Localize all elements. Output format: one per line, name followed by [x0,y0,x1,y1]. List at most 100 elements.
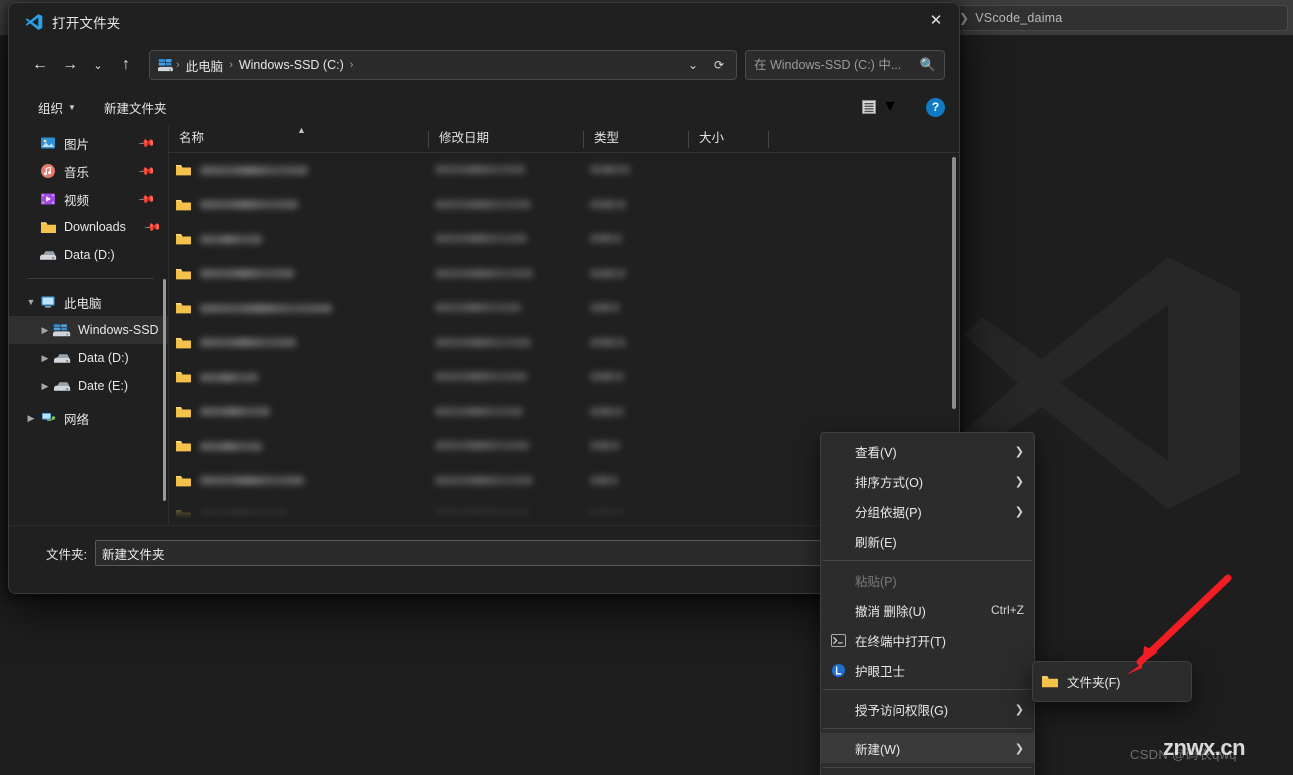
cell-name [175,198,435,212]
menu-item-6[interactable]: 在终端中打开(T) [821,625,1034,655]
column-header-size[interactable]: 大小 [689,127,769,152]
organize-button[interactable]: 组织 ▼ [29,93,85,122]
chevron-right-icon[interactable]: ▶ [23,413,39,424]
address-dropdown-icon[interactable]: ⌄ [680,52,706,78]
context-menu: 查看(V) ❯ 排序方式(O) ❯ 分组依据(P) ❯ 刷新(E) 粘贴(P) 撤消 删除(U)… [820,432,1035,775]
search-input[interactable] [754,58,916,72]
folder-name-input[interactable] [95,540,937,566]
address-bar[interactable]: › 此电脑 › Windows-SSD (C:) › ⌄ ⟳ [149,50,737,80]
cell-date [435,334,590,352]
forward-button[interactable]: → [55,50,85,80]
table-row[interactable] [169,326,959,361]
redacted-type [590,165,630,175]
redacted-date [435,234,527,244]
redacted-date [435,372,527,382]
sidebar-item-downloads[interactable]: Downloads 📌 [9,213,168,241]
chevron-right-icon: ❯ [1014,703,1024,716]
redacted-date [435,475,533,485]
cell-date [435,230,590,248]
menu-item-label: 授予访问权限(G) [855,703,949,718]
videos-icon [39,191,57,207]
table-row[interactable] [169,188,959,223]
sidebar-item-videos[interactable]: 视频 📌 [9,185,168,213]
redacted-type [590,441,620,451]
recent-locations-button[interactable]: ⌄ [85,50,111,80]
sidebar-item-network[interactable]: ▶ 网络 [9,404,168,432]
refresh-icon[interactable]: ⟳ [706,52,732,78]
quick-open-input[interactable]: ❯ VScode_daima [948,5,1288,31]
new-submenu: 文件夹(F) [1032,661,1192,702]
column-header-name[interactable]: 名称 ▲ [169,125,429,152]
menu-item-2[interactable]: 分组依据(P) ❯ [821,496,1034,526]
column-header-type[interactable]: 类型 [584,127,689,152]
redacted-name [200,269,294,279]
help-button[interactable]: ? [926,97,945,117]
cell-name [175,439,435,453]
search-icon: 🔍 [919,57,936,72]
menu-item-1[interactable]: 排序方式(O) ❯ [821,466,1034,496]
breadcrumb-item-pc[interactable]: 此电脑 [181,53,229,78]
menu-separator [823,767,1032,768]
menu-item-0[interactable]: 查看(V) ❯ [821,436,1034,466]
menu-item-5[interactable]: 撤消 删除(U) Ctrl+Z [821,595,1034,625]
new-folder-button[interactable]: 新建文件夹 [95,93,176,122]
dialog-footer: 文件夹: 选择文件夹 [9,525,959,593]
table-row[interactable] [169,222,959,257]
navigation-pane: 图片 📌 音乐 📌 视频 📌 Downloads 📌 Data (D:) ▼ 此… [9,125,169,525]
sidebar-item-pictures[interactable]: 图片 📌 [9,129,168,157]
up-button[interactable]: ↑ [111,50,141,80]
sidebar-item-this-pc[interactable]: ▼ 此电脑 [9,288,168,316]
close-button[interactable]: ✕ [913,3,959,37]
cell-name [175,232,435,246]
dialog-title: 打开文件夹 [52,16,121,31]
breadcrumb-item-drive[interactable]: Windows-SSD (C:) [234,55,349,75]
chevron-down-icon[interactable]: ▼ [23,297,39,307]
redacted-type [590,199,626,209]
table-row[interactable] [169,395,959,430]
cell-name [175,474,435,488]
view-mode-button[interactable]: ▼ [855,94,904,120]
dialog-buttons: 选择文件夹 [31,582,937,593]
table-row[interactable] [169,291,959,326]
table-row[interactable] [169,153,959,188]
chevron-right-icon[interactable]: ▶ [37,325,53,336]
quick-open-wrapper: ❯ VScode_daima [948,5,1288,31]
redacted-date [435,510,529,520]
submenu-item-folder[interactable]: 文件夹(F) [1033,666,1191,697]
cell-type [590,230,695,248]
cell-type [590,472,695,490]
sidebar-item-windows-ssd[interactable]: ▶ Windows-SSD [9,316,168,344]
pin-icon: 📌 [137,134,156,153]
submenu-item-label: 文件夹(F) [1067,676,1121,690]
redacted-type [590,406,624,416]
column-header-date[interactable]: 修改日期 [429,127,584,152]
chevron-right-icon[interactable]: ▶ [37,353,53,364]
cell-name [175,508,435,522]
menu-item-8[interactable]: 授予访问权限(G) ❯ [821,694,1034,724]
cell-date [435,299,590,317]
redacted-name [200,338,296,348]
sidebar-item-music[interactable]: 音乐 📌 [9,157,168,185]
folder-name-row: 文件夹: [31,540,937,566]
menu-separator [823,560,1032,561]
sidebar-item-data-d-tree[interactable]: ▶ Data (D:) [9,344,168,372]
cell-type [590,506,695,524]
chevron-right-icon[interactable]: ▶ [37,381,53,392]
sidebar-item-data-d[interactable]: Data (D:) [9,241,168,269]
table-row[interactable] [169,360,959,395]
redacted-type [590,268,626,278]
redacted-date [435,337,531,347]
menu-item-3[interactable]: 刷新(E) [821,526,1034,556]
file-list-scrollbar[interactable] [952,157,956,409]
folder-icon [175,370,192,384]
search-box[interactable]: 🔍 [745,50,945,80]
breadcrumb-separator: › [349,59,354,71]
table-row[interactable] [169,257,959,292]
menu-item-7[interactable]: 护眼卫士 [821,655,1034,685]
menu-item-9[interactable]: 新建(W) ❯ [821,733,1034,763]
chevron-right-icon: ❯ [1014,445,1024,458]
back-button[interactable]: ← [25,50,55,80]
menu-item-label: 粘贴(P) [855,574,897,589]
sidebar-item-date-e[interactable]: ▶ Date (E:) [9,372,168,400]
navpane-scrollbar[interactable] [163,279,166,501]
